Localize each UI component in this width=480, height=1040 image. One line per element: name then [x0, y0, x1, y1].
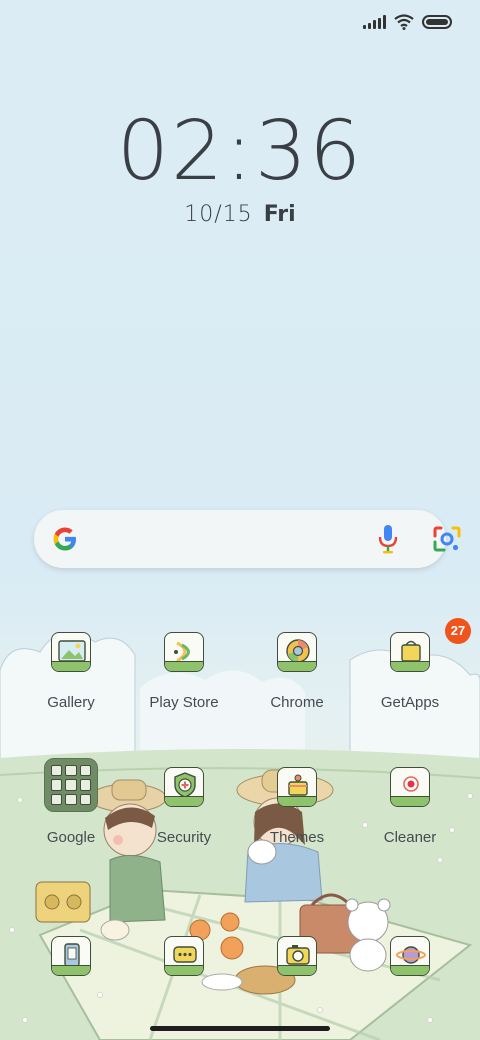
google-folder-icon [44, 758, 98, 812]
app-security[interactable]: Security [129, 767, 239, 877]
app-cleaner[interactable]: Cleaner [355, 767, 465, 877]
app-label: Play Store [149, 694, 219, 711]
app-folder-google[interactable]: Google [16, 758, 126, 877]
dock-camera[interactable] [242, 936, 352, 1040]
app-play-store[interactable]: Play Store [129, 632, 239, 742]
camera-icon [277, 936, 317, 976]
chrome-icon [277, 632, 317, 672]
dock-browser[interactable] [355, 936, 465, 1040]
signal-icon [363, 15, 386, 29]
clock-time[interactable]: 02:36 [0, 104, 480, 199]
google-search-bar[interactable] [34, 510, 461, 568]
dock-messaging[interactable] [129, 936, 239, 1040]
clock-date[interactable]: 10/15 Fri [0, 202, 480, 227]
app-chrome[interactable]: Chrome [242, 632, 352, 742]
gesture-navigation-bar[interactable] [150, 1026, 330, 1031]
status-bar [363, 10, 452, 34]
app-themes[interactable]: Themes [242, 767, 352, 877]
getapps-icon [390, 632, 430, 672]
browser-icon [390, 936, 430, 976]
google-logo-icon [53, 527, 76, 551]
notification-badge: 27 [445, 618, 471, 644]
app-label: GetApps [380, 694, 440, 711]
messaging-icon [164, 936, 204, 976]
date-weekday: Fri [263, 202, 296, 227]
app-label: Themes [269, 829, 325, 846]
app-getapps[interactable]: 27 GetApps [355, 618, 471, 742]
security-icon [164, 767, 204, 807]
app-label: Gallery [47, 694, 95, 711]
themes-icon [277, 767, 317, 807]
wifi-icon [394, 14, 414, 30]
play-store-icon [164, 632, 204, 672]
app-label: Chrome [270, 694, 324, 711]
cleaner-icon [390, 767, 430, 807]
app-gallery[interactable]: Gallery [16, 632, 126, 742]
battery-icon [422, 15, 452, 29]
phone-icon [51, 936, 91, 976]
dock-phone[interactable] [16, 936, 126, 1040]
app-label: Cleaner [383, 829, 437, 846]
gallery-icon [51, 632, 91, 672]
date-number: 10/15 [184, 202, 253, 227]
app-label: Google [46, 829, 96, 846]
microphone-icon[interactable] [374, 522, 402, 556]
lens-camera-icon[interactable] [432, 524, 462, 554]
app-label: Security [156, 829, 212, 846]
